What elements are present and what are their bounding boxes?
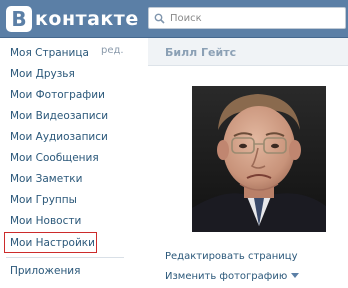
profile-photo[interactable] xyxy=(192,86,326,232)
sidebar-item-photos[interactable]: Мои Фотографии xyxy=(10,88,105,102)
sidebar-item-apps[interactable]: Приложения xyxy=(10,264,80,278)
sidebar-item-messages[interactable]: Мои Сообщения xyxy=(10,151,99,165)
sidebar-item-settings[interactable]: Мои Настройки xyxy=(10,236,95,250)
change-photo-link[interactable]: Изменить фотографию xyxy=(165,270,300,284)
sidebar-item-friends[interactable]: Мои Друзья xyxy=(10,67,75,81)
profile-name: Билл Гейтс xyxy=(165,46,237,59)
logo-text: контакте xyxy=(35,8,139,30)
sidebar-item-my-page[interactable]: Моя Страница xyxy=(10,46,89,60)
search-input[interactable] xyxy=(170,9,335,27)
search-icon xyxy=(154,13,165,24)
sidebar-item-notes[interactable]: Мои Заметки xyxy=(10,172,82,186)
change-photo-label: Изменить фотографию xyxy=(165,271,288,282)
sidebar-divider xyxy=(6,257,124,258)
sidebar-item-news[interactable]: Мои Новости xyxy=(10,214,81,228)
edit-link[interactable]: ред. xyxy=(101,44,124,58)
search-box[interactable] xyxy=(148,7,346,29)
sidebar-item-groups[interactable]: Мои Группы xyxy=(10,193,77,207)
top-header: В контакте xyxy=(0,0,348,38)
vk-logo[interactable]: В контакте xyxy=(6,5,139,33)
sidebar-item-audio[interactable]: Мои Аудиозаписи xyxy=(10,130,108,144)
dropdown-arrow-icon xyxy=(291,273,300,278)
edit-page-link[interactable]: Редактировать страницу xyxy=(165,250,298,264)
logo-letter: В xyxy=(6,6,32,32)
sidebar-item-videos[interactable]: Мои Видеозаписи xyxy=(10,109,108,123)
